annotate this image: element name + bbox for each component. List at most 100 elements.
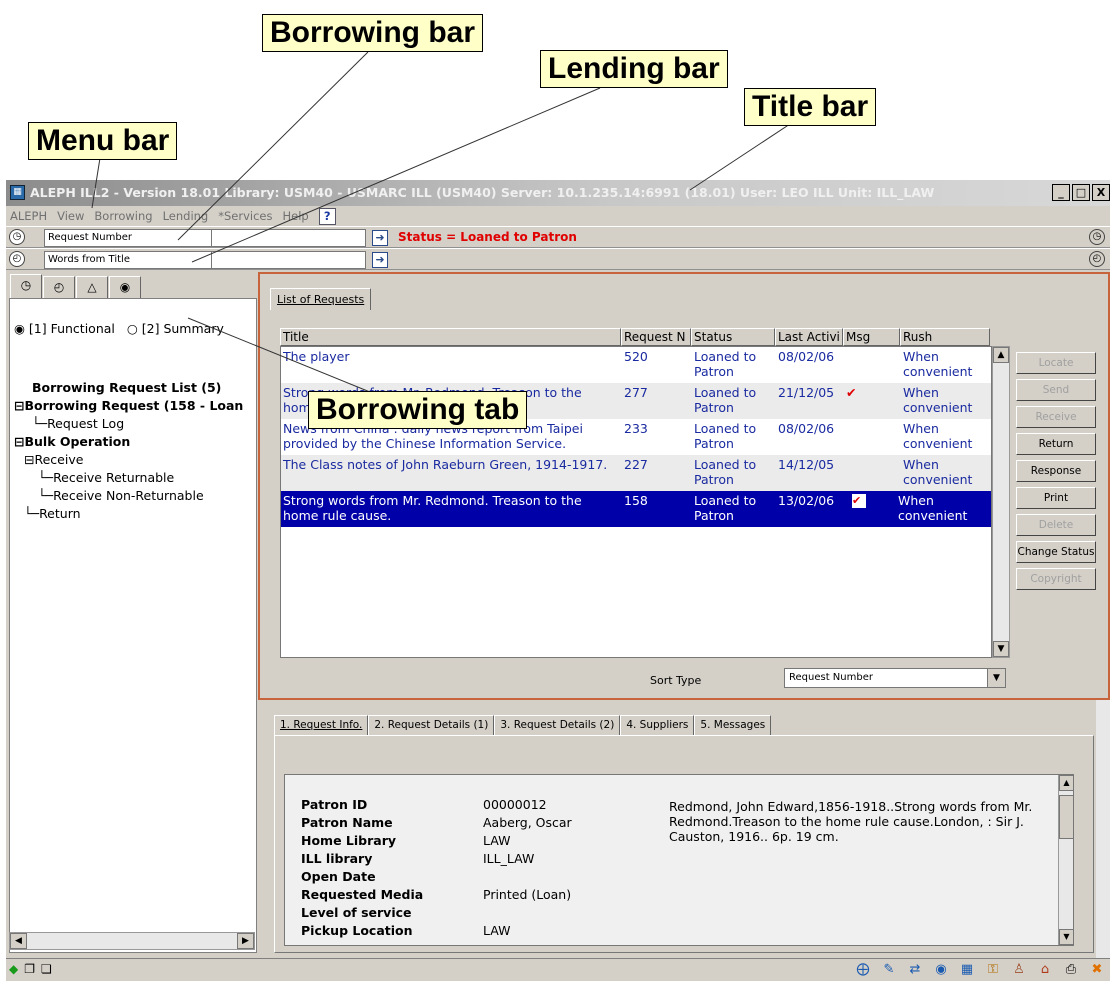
tree-item-receive-returnable[interactable]: └─Receive Returnable (14, 469, 243, 487)
radio-functional[interactable]: ◉ [1] Functional (14, 321, 115, 336)
radio-summary-label: [2] Summary (141, 321, 224, 336)
cell-status: Loaned to Patron (694, 457, 757, 487)
delete-button[interactable]: Delete (1016, 514, 1096, 536)
locate-button[interactable]: Locate (1016, 352, 1096, 374)
exit-icon[interactable]: ✖ (1088, 962, 1106, 977)
requests-vertical-scrollbar[interactable]: ▲ ▼ (992, 346, 1010, 658)
column-header-rush[interactable]: Rush (900, 328, 990, 346)
key-icon[interactable]: ⚿ (984, 962, 1002, 977)
field-label-patron-id: Patron ID (301, 797, 368, 812)
tree-item-bulk-operation[interactable]: ⊟Bulk Operation (14, 433, 243, 451)
edit-icon[interactable]: ✎ (880, 962, 898, 977)
tree-item-receive[interactable]: ⊟Receive (14, 451, 243, 469)
scroll-left-icon[interactable]: ◀ (10, 933, 27, 949)
minimize-button[interactable]: _ (1052, 184, 1070, 201)
tree-item-receive-returnable-label: Receive Returnable (53, 470, 175, 485)
tab-items-icon[interactable]: △ (76, 276, 108, 298)
callout-menu-bar: Menu bar (28, 122, 178, 160)
borrowing-refresh-icon[interactable]: ◷ (1089, 229, 1105, 245)
radio-summary[interactable]: ○ [2] Summary (127, 321, 224, 336)
left-panel: ◷ ◴ △ ◉ ◉ [1] Functional ○ [2] Summary B… (6, 272, 258, 958)
scroll-down-icon[interactable]: ▼ (1059, 929, 1073, 945)
table-row[interactable]: The player 520 Loaned to Patron 08/02/06… (281, 347, 991, 383)
borrowing-search-type[interactable]: Request Number ▼ (44, 229, 230, 247)
page-icon[interactable]: ❏ (41, 962, 52, 976)
borrowing-search-type-value: Request Number (48, 232, 132, 243)
menu-help[interactable]: Help (282, 209, 308, 223)
cell-rush: When convenient (903, 349, 973, 379)
lending-search-type[interactable]: Words from Title ▼ (44, 251, 230, 269)
window-vertical-scrollbar[interactable] (1096, 700, 1110, 958)
tab-lending-icon[interactable]: ◴ (43, 276, 75, 298)
table-icon[interactable]: ▦ (958, 962, 976, 977)
maximize-button[interactable]: □ (1072, 184, 1090, 201)
menu-lending[interactable]: Lending (163, 209, 209, 223)
receive-button[interactable]: Receive (1016, 406, 1096, 428)
close-button[interactable]: X (1092, 184, 1110, 201)
tab-search-icon[interactable]: ◉ (109, 276, 141, 298)
transfer-icon[interactable]: ⇄ (906, 962, 924, 977)
column-header-last-activity[interactable]: Last Activi (775, 328, 843, 346)
left-horizontal-scrollbar[interactable]: ◀ ▶ (9, 932, 255, 950)
print-button[interactable]: Print (1016, 487, 1096, 509)
details-tabs: 1. Request Info. 2. Request Details (1) … (274, 715, 772, 735)
copy-icon[interactable]: ❐ (24, 962, 35, 976)
scroll-up-icon[interactable]: ▲ (993, 347, 1009, 363)
navigate-icon[interactable]: ⨁ (854, 962, 872, 977)
tab-request-info[interactable]: 1. Request Info. (274, 715, 369, 735)
menu-borrowing[interactable]: Borrowing (94, 209, 152, 223)
globe-icon[interactable]: ◉ (932, 962, 950, 977)
user-icon[interactable]: ♙ (1010, 962, 1028, 977)
column-header-status[interactable]: Status (691, 328, 775, 346)
column-header-request-number[interactable]: Request N (621, 328, 691, 346)
table-row-selected[interactable]: Strong words from Mr. Redmond. Treason t… (281, 491, 991, 527)
response-button[interactable]: Response (1016, 460, 1096, 482)
cell-request-number: 233 (624, 421, 648, 436)
tree-item-borrowing-request-list[interactable]: Borrowing Request List (5) (14, 379, 243, 397)
column-header-title[interactable]: Title (280, 328, 621, 346)
cell-msg (844, 455, 901, 491)
tree-item-borrowing-request[interactable]: ⊟Borrowing Request (158 - Loan (14, 397, 243, 415)
menu-aleph[interactable]: ALEPH (10, 209, 47, 223)
scroll-right-icon[interactable]: ▶ (237, 933, 254, 949)
borrowing-go-arrow-icon[interactable]: ➜ (372, 230, 388, 246)
sort-type-select[interactable]: Request Number ▼ (784, 668, 1006, 688)
return-button[interactable]: Return (1016, 433, 1096, 455)
tab-list-of-requests[interactable]: List of Requests (270, 288, 372, 310)
send-button[interactable]: Send (1016, 379, 1096, 401)
scroll-thumb[interactable] (1059, 795, 1073, 839)
column-header-msg[interactable]: Msg (843, 328, 900, 346)
lending-refresh-icon[interactable]: ◴ (1089, 251, 1105, 267)
status-bar: ◆ ❐ ❏ ⨁ ✎ ⇄ ◉ ▦ ⚿ ♙ ⌂ ⎙ ✖ (6, 958, 1110, 981)
chevron-down-icon[interactable]: ▼ (987, 669, 1005, 687)
menu-services[interactable]: *Services (218, 209, 272, 223)
left-tabs: ◷ ◴ △ ◉ (10, 274, 142, 300)
menu-view[interactable]: View (57, 209, 84, 223)
app-icon: ▦ (10, 185, 25, 200)
tab-request-details-1[interactable]: 2. Request Details (1) (368, 715, 495, 735)
cell-rush: When convenient (903, 385, 973, 415)
scroll-down-icon[interactable]: ▼ (993, 641, 1009, 657)
library-icon[interactable]: ⌂ (1036, 962, 1054, 977)
sort-type-label: Sort Type (650, 674, 702, 687)
tab-suppliers[interactable]: 4. Suppliers (620, 715, 695, 735)
tree-item-request-log[interactable]: └─Request Log (14, 415, 243, 433)
scroll-up-icon[interactable]: ▲ (1059, 775, 1073, 791)
table-row[interactable]: The Class notes of John Raeburn Green, 1… (281, 455, 991, 491)
borrowing-search-input[interactable] (211, 229, 366, 247)
details-vertical-scrollbar[interactable]: ▲ ▼ (1058, 775, 1073, 945)
lending-search-input[interactable] (211, 251, 366, 269)
help-icon[interactable]: ? (318, 207, 336, 225)
change-status-button[interactable]: Change Status (1016, 541, 1096, 563)
borrowing-bar: ◷ Request Number ▼ ➜ Status = Loaned to … (6, 226, 1110, 248)
tab-request-details-2[interactable]: 3. Request Details (2) (494, 715, 621, 735)
lending-icon: ◴ (9, 251, 25, 267)
copyright-button[interactable]: Copyright (1016, 568, 1096, 590)
menu-bar: ALEPH View Borrowing Lending *Services H… (6, 206, 1110, 226)
tree-item-receive-non-returnable[interactable]: └─Receive Non-Returnable (14, 487, 243, 505)
tab-borrowing-icon[interactable]: ◷ (10, 274, 42, 298)
tab-messages[interactable]: 5. Messages (694, 715, 772, 735)
printer-icon[interactable]: ⎙ (1062, 962, 1080, 977)
lending-go-arrow-icon[interactable]: ➜ (372, 252, 388, 268)
tree-item-return[interactable]: └─Return (14, 505, 243, 523)
